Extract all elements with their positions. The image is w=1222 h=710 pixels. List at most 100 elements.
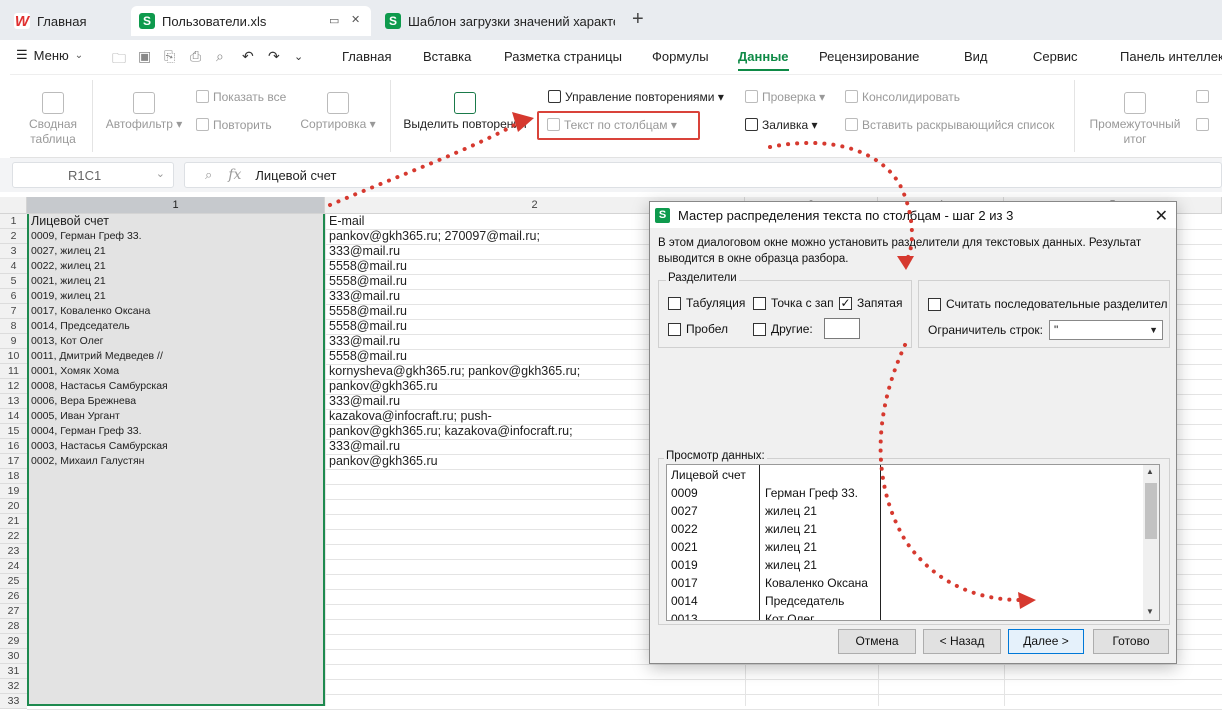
- chevron-down-icon[interactable]: ⌄: [294, 50, 303, 63]
- ribbon-tab-data[interactable]: Данные: [738, 49, 789, 71]
- row-header[interactable]: 32: [0, 679, 27, 694]
- sort-button[interactable]: Сортировка ▾: [299, 92, 377, 132]
- tab-home[interactable]: W Главная: [6, 6, 126, 36]
- row-header[interactable]: 28: [0, 619, 27, 634]
- row-header[interactable]: 24: [0, 559, 27, 574]
- row-header[interactable]: 22: [0, 529, 27, 544]
- scrollbar-thumb[interactable]: [1145, 483, 1157, 539]
- row-header[interactable]: 12: [0, 379, 27, 394]
- cancel-button[interactable]: Отмена: [838, 629, 916, 654]
- preview-scrollbar[interactable]: ▲ ▼: [1143, 465, 1159, 620]
- monitor-icon[interactable]: ▭: [329, 14, 339, 27]
- cell-col1[interactable]: 0002, Михаил Галустян: [27, 454, 323, 469]
- row-header[interactable]: 21: [0, 514, 27, 529]
- tab-template[interactable]: S Шаблон загрузки значений характер: [377, 6, 615, 36]
- row-header[interactable]: 27: [0, 604, 27, 619]
- consolidate-button[interactable]: Консолидировать: [845, 90, 960, 105]
- cell-col1[interactable]: 0011, Дмитрий Медведев //: [27, 349, 323, 364]
- cell-col1[interactable]: 0004, Герман Греф 33.: [27, 424, 323, 439]
- formula-input[interactable]: ⌕ fx Лицевой счет: [184, 162, 1222, 188]
- save-icon[interactable]: ▣: [138, 48, 151, 65]
- row-header[interactable]: 7: [0, 304, 27, 319]
- cell-col1[interactable]: 0009, Герман Греф 33.: [27, 229, 323, 244]
- row-header[interactable]: 17: [0, 454, 27, 469]
- row-header[interactable]: 29: [0, 634, 27, 649]
- print-icon[interactable]: ⎙: [190, 48, 201, 65]
- cell-col1[interactable]: 0013, Кот Олег: [27, 334, 323, 349]
- name-box[interactable]: R1C1 ⌄: [12, 162, 174, 188]
- comma-checkbox[interactable]: ✓ Запятая: [839, 296, 902, 310]
- autofilter-button[interactable]: Автофильтр ▾: [104, 92, 184, 132]
- row-header[interactable]: 9: [0, 334, 27, 349]
- pivot-table-button[interactable]: Сводная таблица: [28, 92, 78, 147]
- select-all-corner[interactable]: [0, 197, 27, 214]
- ribbon-tab-formulas[interactable]: Формулы: [652, 49, 709, 64]
- fill-button[interactable]: Заливка ▾: [745, 118, 818, 133]
- undo-icon[interactable]: ↶: [242, 48, 254, 65]
- cell-col1[interactable]: 0006, Вера Брежнева: [27, 394, 323, 409]
- main-menu-button[interactable]: ☰ Меню ⌄: [16, 47, 83, 63]
- ribbon-tab-view[interactable]: Вид: [964, 49, 988, 64]
- new-tab-plus-icon[interactable]: +: [632, 8, 644, 31]
- open-folder-icon[interactable]: 🗀: [112, 48, 126, 72]
- text-qualifier-select[interactable]: " ▼: [1049, 320, 1163, 340]
- row-header[interactable]: 15: [0, 424, 27, 439]
- row-header[interactable]: 13: [0, 394, 27, 409]
- row-header[interactable]: 20: [0, 499, 27, 514]
- scroll-down-icon[interactable]: ▼: [1146, 607, 1154, 616]
- cell-col1[interactable]: 0008, Настасья Самбурская: [27, 379, 323, 394]
- preview-icon[interactable]: ⌕: [216, 48, 224, 65]
- reapply-button[interactable]: Повторить: [196, 118, 272, 133]
- cell-col1[interactable]: 0003, Настасья Самбурская: [27, 439, 323, 454]
- row-header[interactable]: 16: [0, 439, 27, 454]
- show-all-button[interactable]: Показать все: [196, 90, 286, 105]
- close-icon[interactable]: ✕: [1155, 206, 1168, 226]
- ribbon-tab-tools[interactable]: Сервис: [1033, 49, 1078, 64]
- group-icon[interactable]: [1196, 90, 1213, 105]
- fx-icon[interactable]: fx: [228, 167, 241, 183]
- row-header[interactable]: 5: [0, 274, 27, 289]
- next-button[interactable]: Далее >: [1008, 629, 1084, 654]
- insert-dropdown-list-button[interactable]: Вставить раскрывающийся список: [845, 118, 1054, 133]
- cell-col1[interactable]: Лицевой счет: [27, 214, 323, 229]
- row-header[interactable]: 8: [0, 319, 27, 334]
- row-header[interactable]: 1: [0, 214, 27, 229]
- chevron-down-icon[interactable]: ⌄: [156, 167, 165, 180]
- column-header-1[interactable]: 1: [27, 197, 325, 214]
- row-header[interactable]: 3: [0, 244, 27, 259]
- cell-col1[interactable]: 0014, Председатель: [27, 319, 323, 334]
- subtotal-button[interactable]: Промежуточный итог: [1085, 92, 1185, 147]
- other-checkbox[interactable]: Другие:: [753, 322, 813, 336]
- consecutive-delimiters-checkbox[interactable]: Считать последовательные разделител: [928, 297, 1167, 311]
- other-delimiter-input[interactable]: [824, 318, 860, 339]
- tab-users-xls[interactable]: S Пользователи.xls ▭ ✕: [131, 6, 371, 36]
- semicolon-checkbox[interactable]: Точка с зап: [753, 296, 834, 310]
- row-header[interactable]: 30: [0, 649, 27, 664]
- tab-checkbox[interactable]: Табуляция: [668, 296, 745, 310]
- row-header[interactable]: 23: [0, 544, 27, 559]
- cell-col1[interactable]: 0019, жилец 21: [27, 289, 323, 304]
- validation-button[interactable]: Проверка ▾: [745, 90, 825, 105]
- cell-col1[interactable]: 0027, жилец 21: [27, 244, 323, 259]
- ribbon-tab-smart-panel[interactable]: Панель интеллек: [1120, 49, 1222, 64]
- manage-duplicates-button[interactable]: Управление повторениями ▾: [548, 90, 724, 105]
- cell-col1[interactable]: 0005, Иван Ургант: [27, 409, 323, 424]
- cell-col1[interactable]: 0021, жилец 21: [27, 274, 323, 289]
- row-header[interactable]: 10: [0, 349, 27, 364]
- row-header[interactable]: 33: [0, 694, 27, 709]
- ribbon-tab-page-layout[interactable]: Разметка страницы: [504, 49, 622, 64]
- row-header[interactable]: 19: [0, 484, 27, 499]
- cell-col1[interactable]: 0001, Хомяк Хома: [27, 364, 323, 379]
- scroll-up-icon[interactable]: ▲: [1146, 467, 1154, 476]
- back-button[interactable]: < Назад: [923, 629, 1001, 654]
- cell-col1[interactable]: 0022, жилец 21: [27, 259, 323, 274]
- highlight-duplicates-button[interactable]: Выделить повторения: [400, 92, 530, 132]
- zoom-search-icon[interactable]: ⌕: [205, 167, 212, 183]
- row-header[interactable]: 14: [0, 409, 27, 424]
- row-header[interactable]: 31: [0, 664, 27, 679]
- row-header[interactable]: 6: [0, 289, 27, 304]
- row-header[interactable]: 25: [0, 574, 27, 589]
- ribbon-tab-home[interactable]: Главная: [342, 49, 391, 64]
- space-checkbox[interactable]: Пробел: [668, 322, 728, 336]
- redo-icon[interactable]: ↷: [268, 48, 280, 65]
